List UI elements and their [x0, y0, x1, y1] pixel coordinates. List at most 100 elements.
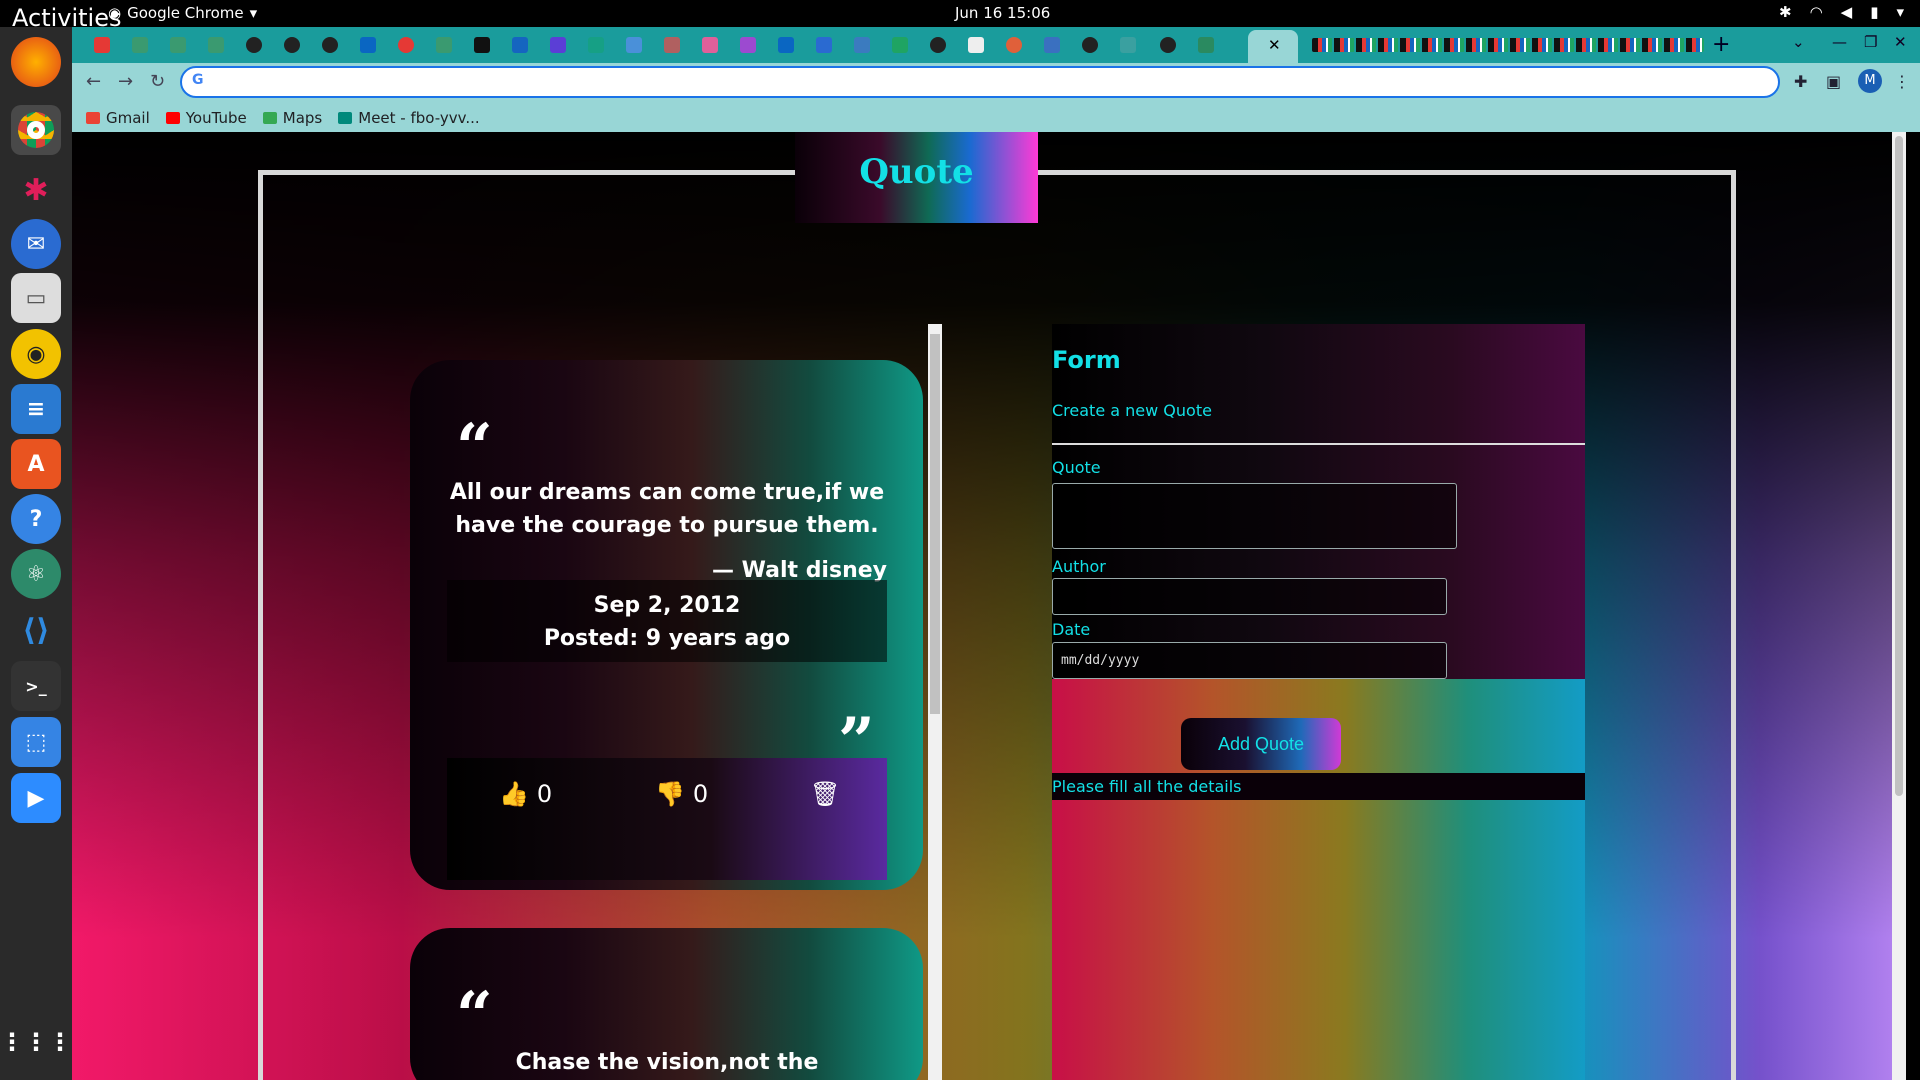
tab-favicon[interactable]: [1006, 37, 1022, 53]
quote-posted: Posted: 9 years ago: [543, 626, 791, 651]
delete-button[interactable]: 🗑: [810, 780, 840, 808]
terminal-icon[interactable]: >_: [11, 661, 61, 711]
back-icon[interactable]: ←: [86, 71, 101, 92]
date-label: Date: [1052, 620, 1091, 639]
app-grid-icon[interactable]: ⋮⋮⋮: [0, 1017, 72, 1067]
form-heading: Form: [1052, 346, 1121, 374]
zoom-icon[interactable]: ▶: [11, 773, 61, 823]
scrollbar-thumb[interactable]: [1895, 136, 1903, 796]
tab-favicon[interactable]: [474, 37, 490, 53]
clock[interactable]: Jun 16 15:06: [955, 4, 1050, 22]
bookmark-meet[interactable]: Meet - fbo-yvv...: [338, 109, 480, 127]
close-tab-icon[interactable]: ✕: [1268, 36, 1281, 54]
like-button[interactable]: 👍 0: [499, 780, 552, 808]
app-menu[interactable]: ◉ Google Chrome ▾: [108, 4, 257, 22]
linkedin-icon[interactable]: [360, 37, 376, 53]
github-icon[interactable]: [1160, 37, 1176, 53]
tab-favicon[interactable]: [702, 37, 718, 53]
tab-favicon[interactable]: [132, 37, 148, 53]
writer-icon[interactable]: ≡: [11, 384, 61, 434]
tab-favicon[interactable]: [854, 37, 870, 53]
tab-favicon[interactable]: [1044, 37, 1060, 53]
compressed-tabs[interactable]: [1312, 38, 1704, 52]
side-panel-icon[interactable]: ▣: [1826, 72, 1841, 91]
system-tray[interactable]: ✱ ◠ ◀ ▮ ▾: [1779, 3, 1904, 21]
files-icon[interactable]: ▭: [11, 273, 61, 323]
bookmark-gmail[interactable]: Gmail: [86, 109, 150, 127]
add-quote-button[interactable]: Add Quote: [1181, 718, 1341, 770]
tab-favicon[interactable]: [398, 37, 414, 53]
tab-favicon[interactable]: [170, 37, 186, 53]
help-icon[interactable]: ?: [11, 494, 61, 544]
github-icon[interactable]: [322, 37, 338, 53]
profile-avatar[interactable]: M: [1858, 69, 1882, 93]
tab-favicon[interactable]: [588, 37, 604, 53]
vscode-icon[interactable]: ⟨⟩: [11, 605, 61, 655]
tab-favicon[interactable]: [664, 37, 680, 53]
scrollbar-thumb[interactable]: [930, 334, 940, 714]
tab-favicon[interactable]: [626, 37, 642, 53]
tab-favicon[interactable]: [436, 37, 452, 53]
youtube-icon: [165, 111, 180, 124]
quote-input[interactable]: [1052, 483, 1457, 549]
bookmark-maps[interactable]: Maps: [262, 109, 322, 127]
tab-search-icon[interactable]: ⌄: [1792, 33, 1805, 51]
open-quote-icon: “: [456, 978, 493, 1053]
tab-favicon[interactable]: [208, 37, 224, 53]
drive-icon[interactable]: [892, 37, 908, 53]
new-tab-button[interactable]: +: [1712, 32, 1730, 57]
rhythmbox-icon[interactable]: ◉: [11, 329, 61, 379]
quote-text: All our dreams can come true,if we have …: [449, 480, 885, 538]
github-icon[interactable]: [246, 37, 262, 53]
extensions-icon[interactable]: ✚: [1794, 72, 1807, 91]
close-window-icon[interactable]: ✕: [1894, 33, 1907, 51]
power-menu-icon[interactable]: ▾: [1896, 3, 1904, 21]
tab-favicon[interactable]: [968, 37, 984, 53]
quote-date: Sep 2, 2012: [593, 593, 741, 618]
forward-icon[interactable]: →: [118, 71, 133, 92]
date-input[interactable]: [1052, 642, 1447, 679]
linkedin-icon[interactable]: [778, 37, 794, 53]
tab-favicon[interactable]: [512, 37, 528, 53]
quote-text: Chase the vision,not the money,the: [515, 1050, 819, 1075]
chrome-menu-icon[interactable]: ⋮: [1894, 72, 1910, 91]
github-icon[interactable]: [1082, 37, 1098, 53]
dislike-button[interactable]: 👎 0: [655, 780, 708, 808]
bookmark-label: YouTube: [185, 108, 247, 127]
screenshot-icon[interactable]: ⬚: [11, 717, 61, 767]
github-icon[interactable]: [930, 37, 946, 53]
firefox-icon[interactable]: [11, 37, 61, 87]
tab-favicon[interactable]: [816, 37, 832, 53]
gmail-icon: [86, 111, 100, 124]
tab-favicon[interactable]: [1198, 37, 1214, 53]
thunderbird-icon[interactable]: ✉: [11, 219, 61, 269]
restore-icon[interactable]: ❐: [1864, 33, 1877, 51]
tab-favicon[interactable]: [94, 37, 110, 53]
tab-favicon[interactable]: [740, 37, 756, 53]
chrome-icon[interactable]: [11, 105, 61, 155]
quotes-scrollbar[interactable]: [928, 324, 942, 1080]
like-count: 0: [536, 780, 553, 808]
reload-icon[interactable]: ↻: [150, 71, 165, 92]
slack-tray-icon[interactable]: ✱: [1779, 3, 1792, 21]
battery-icon[interactable]: ▮: [1870, 3, 1878, 21]
tab-favicon[interactable]: [550, 37, 566, 53]
active-tab[interactable]: ✕: [1248, 30, 1298, 63]
github-icon[interactable]: [284, 37, 300, 53]
slack-icon[interactable]: ✱: [11, 165, 61, 215]
bookmark-youtube[interactable]: YouTube: [165, 108, 247, 127]
page-scrollbar[interactable]: [1892, 132, 1906, 1080]
software-icon[interactable]: A: [11, 439, 61, 489]
address-input[interactable]: [212, 71, 1752, 93]
minimize-icon[interactable]: —: [1832, 33, 1847, 51]
quote-form: Form Create a new Quote Quote Author Dat…: [1052, 324, 1585, 1080]
author-input[interactable]: [1052, 578, 1447, 615]
address-bar[interactable]: G: [180, 66, 1780, 98]
volume-icon[interactable]: ◀: [1841, 3, 1853, 21]
atom-icon[interactable]: ⚛: [11, 549, 61, 599]
form-subheading: Create a new Quote: [1052, 401, 1212, 420]
wifi-icon[interactable]: ◠: [1810, 3, 1823, 21]
page-viewport: Quote “ All our dreams can come true,if …: [72, 132, 1906, 1080]
thumbs-up-icon: 👍: [499, 780, 529, 808]
tab-favicon[interactable]: [1120, 37, 1136, 53]
